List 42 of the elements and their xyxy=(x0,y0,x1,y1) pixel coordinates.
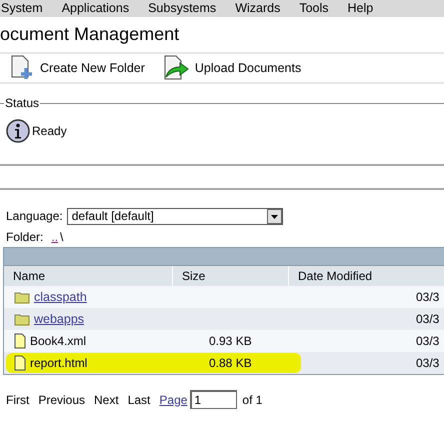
folder-link[interactable]: classpath xyxy=(34,288,87,306)
upload-document-icon xyxy=(162,55,189,81)
file-size: 0.88 KB xyxy=(209,356,252,370)
info-icon xyxy=(6,119,30,143)
document-icon xyxy=(14,333,26,349)
language-label: Language: xyxy=(6,208,63,225)
next-page-text: Next xyxy=(94,392,119,408)
folder-link[interactable]: webapps xyxy=(34,310,84,328)
document-icon xyxy=(14,355,26,371)
folder-icon xyxy=(14,312,30,326)
toolbar-button[interactable]: Upload Documents xyxy=(162,55,302,81)
page-count: of 1 xyxy=(242,392,262,408)
menu-item[interactable]: Tools xyxy=(299,0,329,18)
last-page-text: Last xyxy=(128,392,150,408)
parent-folder-link[interactable]: .. xyxy=(51,228,58,246)
previous-page-text: Previous xyxy=(38,392,86,408)
menu-item[interactable]: Help xyxy=(348,0,374,18)
folder-label: Folder: xyxy=(6,229,44,246)
table-row[interactable]: webapps 03/3 xyxy=(4,308,444,330)
menu-item[interactable]: Subsystems xyxy=(148,0,216,18)
first-page-text: First xyxy=(6,392,30,408)
menu-item[interactable]: Applications xyxy=(62,0,130,18)
page-number-field[interactable]: 1 xyxy=(190,390,238,409)
date-modified: 03/3 xyxy=(416,334,440,348)
file-name[interactable]: report.html xyxy=(30,354,88,372)
status-message: Ready xyxy=(32,123,67,140)
file-name[interactable]: Book4.xml xyxy=(30,332,86,350)
date-modified: 03/3 xyxy=(416,356,440,370)
menu-item[interactable]: Wizards xyxy=(235,0,280,18)
date-modified: 03/3 xyxy=(416,312,440,326)
folder-path: \ xyxy=(60,229,64,246)
toolbar-button[interactable]: Create New Folder xyxy=(10,55,145,81)
menu-item[interactable]: System xyxy=(1,0,43,18)
file-size: 0.93 KB xyxy=(209,334,252,348)
table-row[interactable]: report.html 0.88 KB 03/3 xyxy=(4,352,444,374)
page-link[interactable]: Page xyxy=(159,390,188,408)
status-legend: Status xyxy=(4,94,40,112)
language-dropdown[interactable]: default [default] xyxy=(66,208,283,224)
new-document-icon xyxy=(10,55,34,81)
date-modified: 03/3 xyxy=(416,290,440,304)
page-title: ocument Management xyxy=(0,23,180,46)
folder-icon xyxy=(14,290,30,304)
